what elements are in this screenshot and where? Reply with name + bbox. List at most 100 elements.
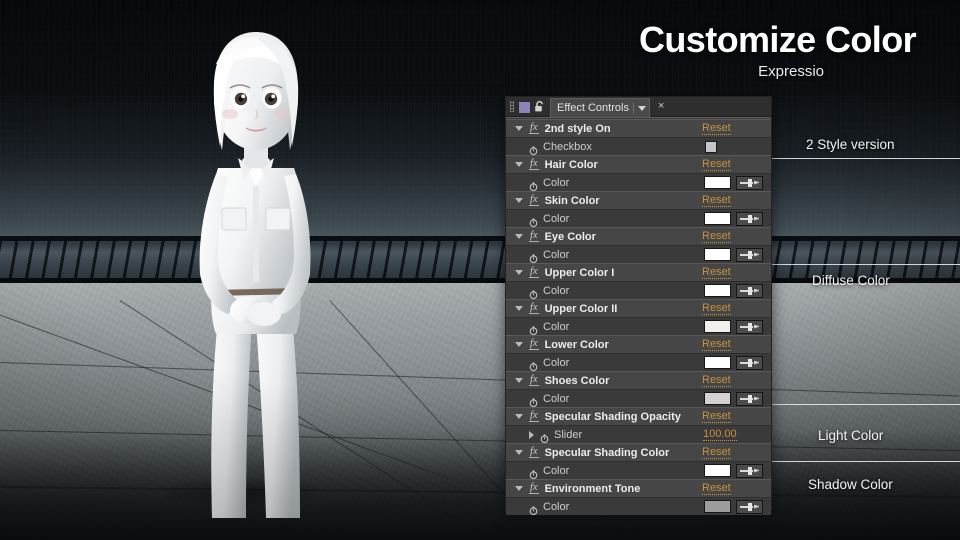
color-swatch[interactable] xyxy=(704,248,731,261)
color-swatch[interactable] xyxy=(704,176,731,189)
property-name: Checkbox xyxy=(543,140,592,153)
checkbox-control[interactable] xyxy=(705,140,717,153)
slider-value[interactable]: 100.00 xyxy=(703,428,737,441)
eyedropper-button[interactable] xyxy=(736,283,763,298)
disclosure-triangle-icon[interactable] xyxy=(515,414,523,419)
effect-header-row[interactable]: fx Shoes Color Reset xyxy=(506,371,771,390)
property-row[interactable]: Color xyxy=(506,210,771,228)
property-row[interactable]: Color xyxy=(506,498,771,516)
stopwatch-icon[interactable] xyxy=(529,502,538,516)
eyedropper-button[interactable] xyxy=(736,499,763,514)
effect-header-row[interactable]: fx Specular Shading Opacity Reset xyxy=(506,407,771,426)
effect-header-row[interactable]: fx Skin Color Reset xyxy=(506,191,771,210)
property-row[interactable]: Color xyxy=(506,246,771,264)
stopwatch-icon[interactable] xyxy=(529,250,538,264)
composition-square-icon xyxy=(518,101,531,114)
fx-icon[interactable]: fx xyxy=(529,446,539,458)
fx-icon[interactable]: fx xyxy=(529,230,539,242)
fx-icon[interactable]: fx xyxy=(529,374,539,386)
stopwatch-icon[interactable] xyxy=(529,394,538,408)
fx-icon[interactable]: fx xyxy=(529,302,539,314)
tab-effect-controls[interactable]: Effect Controls xyxy=(550,98,650,117)
eyedropper-button[interactable] xyxy=(736,175,763,190)
fx-icon[interactable]: fx xyxy=(529,158,539,170)
effect-header-row[interactable]: fx Hair Color Reset xyxy=(506,155,771,174)
property-row[interactable]: Color xyxy=(506,462,771,480)
stopwatch-icon[interactable] xyxy=(529,142,538,156)
disclosure-triangle-icon[interactable] xyxy=(515,378,523,383)
stopwatch-icon[interactable] xyxy=(540,430,549,444)
property-row[interactable]: Checkbox xyxy=(506,138,771,156)
property-row[interactable]: Color xyxy=(506,282,771,300)
fx-icon[interactable]: fx xyxy=(529,410,539,422)
effect-header-row[interactable]: fx Lower Color Reset xyxy=(506,335,771,354)
close-icon[interactable]: × xyxy=(658,100,664,112)
reset-button[interactable]: Reset xyxy=(702,374,731,387)
chevron-down-icon[interactable] xyxy=(637,105,646,111)
color-swatch[interactable] xyxy=(704,284,731,297)
effect-header-row[interactable]: fx 2nd style On Reset xyxy=(506,119,771,138)
eyedropper-button[interactable] xyxy=(736,391,763,406)
disclosure-triangle-icon[interactable] xyxy=(515,234,523,239)
effect-header-row[interactable]: fx Eye Color Reset xyxy=(506,227,771,246)
reset-button[interactable]: Reset xyxy=(702,266,731,279)
reset-button[interactable]: Reset xyxy=(702,194,731,207)
fx-icon[interactable]: fx xyxy=(529,122,539,134)
color-swatch[interactable] xyxy=(704,392,731,405)
reset-button[interactable]: Reset xyxy=(702,482,731,495)
eyedropper-button[interactable] xyxy=(736,319,763,334)
color-swatch[interactable] xyxy=(704,212,731,225)
property-row[interactable]: Color xyxy=(506,390,771,408)
stopwatch-icon[interactable] xyxy=(529,466,538,480)
disclosure-triangle-icon[interactable] xyxy=(515,306,523,311)
reset-button[interactable]: Reset xyxy=(702,158,731,171)
eyedropper-button[interactable] xyxy=(736,247,763,262)
eyedropper-button[interactable] xyxy=(736,211,763,226)
fx-icon[interactable]: fx xyxy=(529,266,539,278)
property-row[interactable]: Color xyxy=(506,174,771,192)
stopwatch-icon[interactable] xyxy=(529,178,538,192)
reset-button[interactable]: Reset xyxy=(702,230,731,243)
effect-name: Hair Color xyxy=(544,158,598,171)
color-swatch[interactable] xyxy=(704,320,731,333)
disclosure-triangle-icon[interactable] xyxy=(515,450,523,455)
effect-name: 2nd style On xyxy=(544,122,611,135)
title-block: Customize Color Expressio xyxy=(639,22,917,81)
fx-icon[interactable]: fx xyxy=(529,338,539,350)
disclosure-triangle-icon[interactable] xyxy=(515,486,523,491)
stopwatch-icon[interactable] xyxy=(529,214,538,228)
fx-icon[interactable]: fx xyxy=(529,194,539,206)
property-name: Color xyxy=(543,284,570,297)
effect-controls-panel[interactable]: Effect Controls × fx 2nd style On Reset Che… xyxy=(505,96,772,516)
disclosure-triangle-icon[interactable] xyxy=(515,162,523,167)
eyedropper-button[interactable] xyxy=(736,463,763,478)
disclosure-triangle-icon[interactable] xyxy=(515,126,523,131)
color-swatch[interactable] xyxy=(704,464,731,477)
color-swatch[interactable] xyxy=(704,356,731,369)
drag-grip-icon[interactable] xyxy=(510,101,514,112)
reset-button[interactable]: Reset xyxy=(702,410,731,423)
panel-tab-bar[interactable]: Effect Controls × xyxy=(506,97,771,117)
eyedropper-button[interactable] xyxy=(736,355,763,370)
reset-button[interactable]: Reset xyxy=(702,446,731,459)
effect-header-row[interactable]: fx Upper Color II Reset xyxy=(506,299,771,318)
stopwatch-icon[interactable] xyxy=(529,358,538,372)
color-swatch[interactable] xyxy=(704,500,731,513)
effect-header-row[interactable]: fx Specular Shading Color Reset xyxy=(506,443,771,462)
disclosure-triangle-icon[interactable] xyxy=(515,270,523,275)
property-row[interactable]: Color xyxy=(506,354,771,372)
reset-button[interactable]: Reset xyxy=(702,302,731,315)
lock-icon[interactable] xyxy=(533,100,546,113)
disclosure-triangle-collapsed-icon[interactable] xyxy=(529,430,534,439)
disclosure-triangle-icon[interactable] xyxy=(515,198,523,203)
reset-button[interactable]: Reset xyxy=(702,338,731,351)
property-row[interactable]: Color xyxy=(506,318,771,336)
effect-header-row[interactable]: fx Environment Tone Reset xyxy=(506,479,771,498)
effect-header-row[interactable]: fx Upper Color I Reset xyxy=(506,263,771,282)
stopwatch-icon[interactable] xyxy=(529,322,538,336)
stopwatch-icon[interactable] xyxy=(529,286,538,300)
fx-icon[interactable]: fx xyxy=(529,482,539,494)
property-row[interactable]: Slider 100.00 xyxy=(506,426,771,444)
disclosure-triangle-icon[interactable] xyxy=(515,342,523,347)
reset-button[interactable]: Reset xyxy=(702,122,731,135)
